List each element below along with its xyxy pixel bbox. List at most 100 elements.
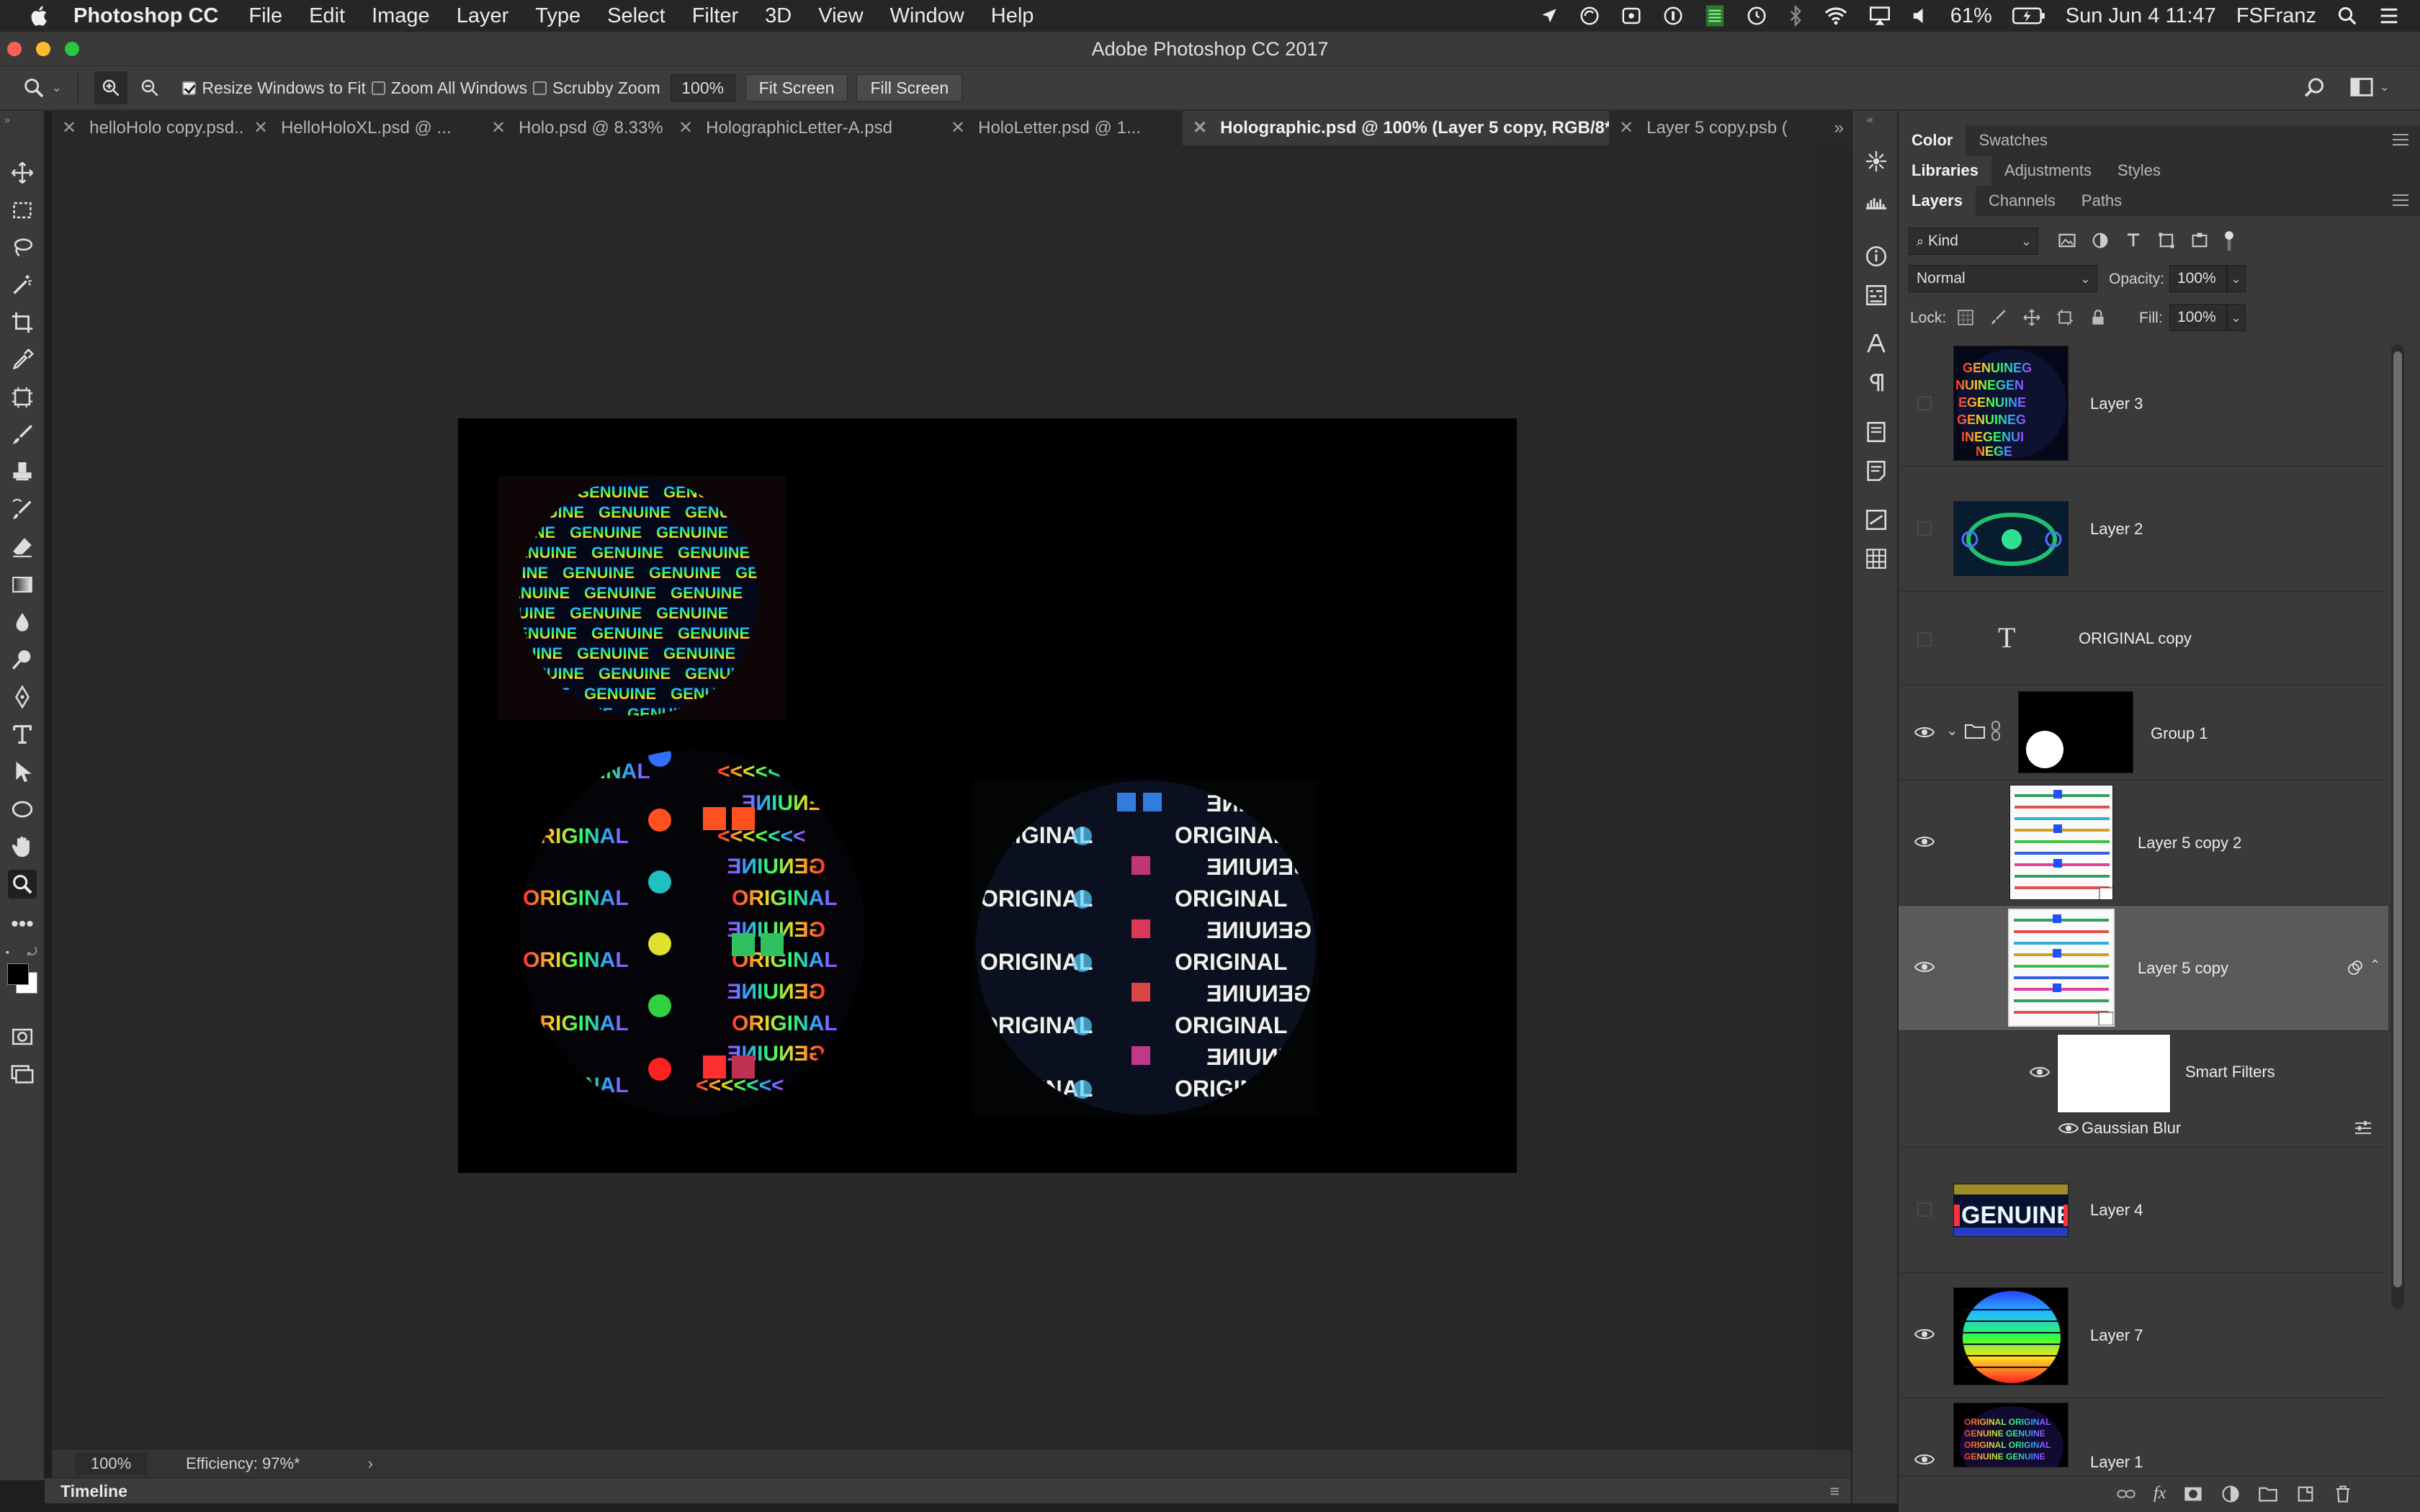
battery-percent[interactable]: 61% <box>1950 4 1992 28</box>
smart-filter-mask-thumbnail[interactable] <box>2057 1034 2171 1113</box>
layer-row-original-copy[interactable]: T ORIGINAL copy <box>1899 592 2388 685</box>
layer-row-layer-2[interactable]: Layer 2 <box>1899 467 2388 592</box>
filter-smart-object-icon[interactable] <box>2190 230 2210 254</box>
eye-icon[interactable] <box>2030 1066 2050 1079</box>
more-tabs-icon[interactable]: » <box>1834 118 1844 138</box>
zoom-percent-field[interactable]: 100% <box>670 74 735 102</box>
move-tool[interactable] <box>8 158 37 187</box>
lock-pixels-icon[interactable] <box>1989 308 2008 330</box>
tab-holographicletter-a[interactable]: ✕ HolographicLetter-A.psd <box>668 111 941 145</box>
menu-filter[interactable]: Filter <box>692 4 738 28</box>
layer-name[interactable]: Layer 5 copy <box>2138 959 2228 978</box>
eyedropper-tool[interactable] <box>8 346 37 374</box>
tab-paths[interactable]: Paths <box>2069 192 2135 210</box>
layer-name[interactable]: Layer 1 <box>2090 1453 2143 1472</box>
history-brush-tool[interactable] <box>8 495 37 524</box>
menu-3d[interactable]: 3D <box>765 4 792 28</box>
tab-layers[interactable]: Layers <box>1899 186 1976 216</box>
edit-toolbar-button[interactable]: ••• <box>8 910 37 939</box>
type-tool[interactable] <box>8 720 37 749</box>
clone-source-icon[interactable] <box>1863 507 1889 533</box>
blur-tool[interactable] <box>8 608 37 636</box>
layer-row-layer-5-copy-2[interactable]: Layer 5 copy 2 <box>1899 780 2388 906</box>
new-layer-icon[interactable] <box>2295 1484 2316 1508</box>
notes-icon[interactable] <box>1863 458 1889 484</box>
search-icon[interactable] <box>2302 75 2328 105</box>
fill-dropdown-button[interactable]: ⌄ <box>2227 304 2246 331</box>
layer-row-group-1[interactable]: ⌄ Group 1 <box>1899 685 2388 780</box>
eye-icon[interactable] <box>1914 1453 1935 1466</box>
delete-layer-icon[interactable] <box>2333 1484 2353 1508</box>
lasso-tool[interactable] <box>8 233 37 262</box>
blend-mode-dropdown[interactable]: Normal ⌄ <box>1909 265 2097 292</box>
layer-row-layer-1[interactable]: ORIGINAL ORIGINAL GENUINE GENUINE ORIGINAL… <box>1899 1398 2388 1479</box>
bluetooth-icon[interactable] <box>1788 5 1803 27</box>
close-tab-icon[interactable]: ✕ <box>1193 111 1207 145</box>
layers-scrollbar[interactable] <box>2391 344 2404 1309</box>
magic-wand-tool[interactable] <box>8 271 37 300</box>
tab-channels[interactable]: Channels <box>1976 192 2069 210</box>
tab-styles[interactable]: Styles <box>2105 161 2174 180</box>
properties-icon[interactable] <box>1863 282 1889 308</box>
add-mask-icon[interactable] <box>2183 1484 2203 1508</box>
layer-name[interactable]: ORIGINAL copy <box>2079 629 2192 648</box>
histogram-icon[interactable] <box>1863 187 1889 213</box>
frame-tool[interactable] <box>8 383 37 412</box>
resize-windows-checkbox[interactable]: Resize Windows to Fit <box>182 78 366 98</box>
sync-icon[interactable] <box>1579 5 1600 27</box>
zoom-in-button[interactable] <box>94 71 128 104</box>
layer-name[interactable]: Layer 3 <box>2090 395 2143 413</box>
fit-screen-button[interactable]: Fit Screen <box>745 74 848 102</box>
user-name[interactable]: FSFranz <box>2236 4 2316 28</box>
activity-monitor-icon[interactable] <box>1704 4 1726 28</box>
volume-icon[interactable] <box>1912 6 1930 26</box>
menu-file[interactable]: File <box>248 4 282 28</box>
spotlight-search-icon[interactable] <box>2336 5 2358 27</box>
visibility-toggle-off[interactable] <box>1917 396 1932 410</box>
notification-center-icon[interactable] <box>2378 6 2400 25</box>
lock-all-icon[interactable] <box>2089 308 2107 330</box>
close-tab-icon[interactable]: ✕ <box>678 111 693 145</box>
tab-holo[interactable]: ✕ Holo.psd @ 8.33% (... <box>481 111 668 145</box>
timeline-menu-icon[interactable]: ≡ <box>1830 1478 1839 1504</box>
layer-row-layer-7[interactable]: Layer 7 <box>1899 1273 2388 1398</box>
layer-filter-dropdown[interactable]: ⌕ Kind ⌄ <box>1909 228 2038 255</box>
filter-toggle[interactable] <box>2223 230 2236 254</box>
clock-text[interactable]: Sun Jun 4 11:47 <box>2066 4 2216 28</box>
opacity-dropdown-button[interactable]: ⌄ <box>2227 265 2246 292</box>
layer-row-layer-5-copy-selected[interactable]: Layer 5 copy ⌃ <box>1899 906 2388 1031</box>
layer-name[interactable]: Group 1 <box>2151 724 2208 743</box>
screen-mode-button[interactable] <box>8 1060 37 1089</box>
brush-settings-icon[interactable] <box>1863 148 1889 174</box>
workspace-switcher[interactable]: ⌄ <box>2349 76 2389 98</box>
filter-name[interactable]: Gaussian Blur <box>2081 1119 2181 1138</box>
chevron-down-icon[interactable]: ⌄ <box>1946 721 1958 739</box>
menu-view[interactable]: View <box>818 4 863 28</box>
battery-charging-icon[interactable] <box>2012 6 2045 25</box>
pen-tool[interactable] <box>8 683 37 711</box>
collapse-effects-icon[interactable]: ⌃ <box>2370 958 2380 973</box>
smart-filter-badge-icon[interactable] <box>2347 959 2364 976</box>
expand-panels-icon[interactable]: « <box>1867 114 1873 127</box>
eye-icon[interactable] <box>1914 726 1935 739</box>
adjustment-layer-icon[interactable] <box>2220 1484 2241 1508</box>
status-menu-arrow-icon[interactable]: › <box>368 1454 373 1473</box>
lock-position-icon[interactable] <box>2022 308 2041 330</box>
zoom-all-windows-checkbox[interactable]: Zoom All Windows <box>371 78 527 98</box>
tab-hellohole-copy[interactable]: ✕ helloHolo copy.psd... <box>52 111 243 145</box>
link-icon[interactable] <box>1991 720 2001 742</box>
color-swatches[interactable]: ▪ ⤾ <box>6 946 42 996</box>
layer-name[interactable]: Layer 7 <box>2090 1326 2143 1345</box>
close-tab-icon[interactable]: ✕ <box>951 111 965 145</box>
panel-menu-icon[interactable] <box>2393 134 2408 145</box>
menu-layer[interactable]: Layer <box>457 4 509 28</box>
close-tab-icon[interactable]: ✕ <box>62 111 76 145</box>
tab-holographic-active[interactable]: ✕ Holographic.psd @ 100% (Layer 5 copy, R… <box>1183 111 1609 145</box>
document-workspace[interactable]: GENUINE GENUINE GENUINE GENUINE GENUINE … <box>52 145 1818 1449</box>
close-tab-icon[interactable]: ✕ <box>254 111 268 145</box>
tab-swatches[interactable]: Swatches <box>1966 131 2060 150</box>
tab-helloholoxl[interactable]: ✕ HelloHoloXL.psd @ ... <box>243 111 481 145</box>
tab-libraries[interactable]: Libraries <box>1899 156 1991 186</box>
crop-tool[interactable] <box>8 308 37 337</box>
marquee-tool[interactable] <box>8 196 37 225</box>
